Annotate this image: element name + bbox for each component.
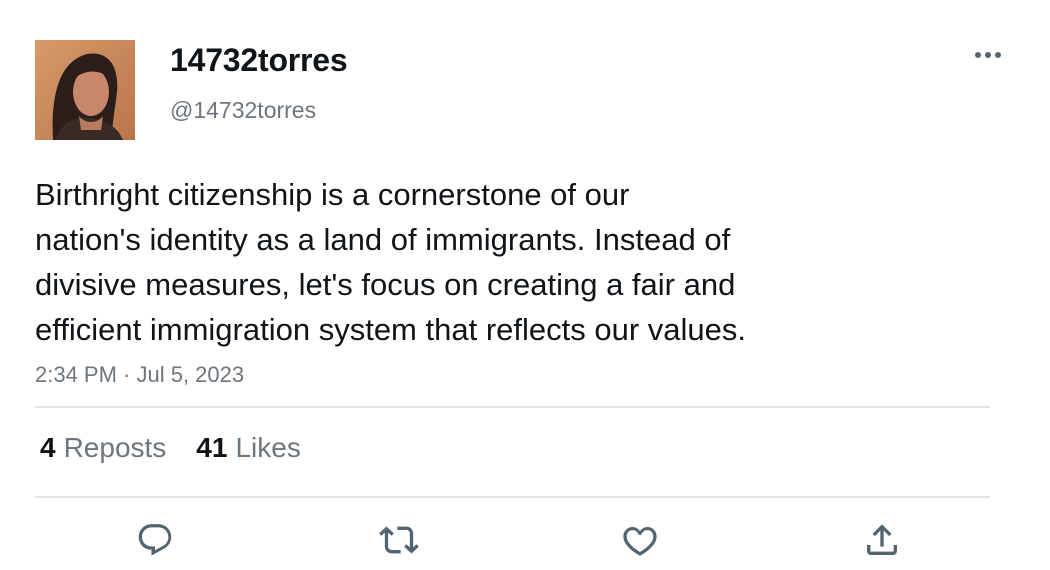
more-options-button[interactable]	[970, 40, 1006, 70]
avatar[interactable]	[35, 40, 135, 140]
repost-icon	[379, 526, 419, 554]
likes-label: Likes	[235, 432, 301, 463]
reposts-count: 4	[40, 432, 56, 463]
divider	[35, 496, 990, 498]
likes-stat[interactable]: 41 Likes	[196, 432, 301, 464]
likes-count: 41	[196, 432, 228, 463]
tweet-text-line: nation's identity as a land of immigrant…	[35, 222, 731, 257]
tweet-text: Birthright citizenship is a cornerstone …	[35, 172, 935, 352]
author-handle[interactable]: @14732torres	[170, 97, 316, 124]
reply-button[interactable]	[133, 518, 177, 562]
heart-icon	[623, 526, 657, 556]
reply-icon	[138, 524, 172, 556]
tweet-text-line: divisive measures, let's focus on creati…	[35, 267, 736, 302]
reposts-label: Reposts	[63, 432, 167, 463]
tweet-timestamp[interactable]: 2:34 PM · Jul 5, 2023	[35, 362, 244, 388]
engagement-stats: 4 Reposts 41 Likes	[40, 432, 301, 464]
like-button[interactable]	[618, 518, 662, 562]
avatar-portrait-image	[35, 40, 135, 140]
author-display-name[interactable]: 14732torres	[170, 42, 348, 79]
repost-button[interactable]	[377, 518, 421, 562]
share-icon	[867, 524, 897, 555]
share-button[interactable]	[860, 518, 904, 562]
reposts-stat[interactable]: 4 Reposts	[40, 432, 166, 464]
divider	[35, 406, 990, 408]
tweet-text-line: Birthright citizenship is a cornerstone …	[35, 177, 630, 212]
tweet-text-line: efficient immigration system that reflec…	[35, 312, 746, 347]
more-horizontal-icon	[975, 52, 1001, 58]
